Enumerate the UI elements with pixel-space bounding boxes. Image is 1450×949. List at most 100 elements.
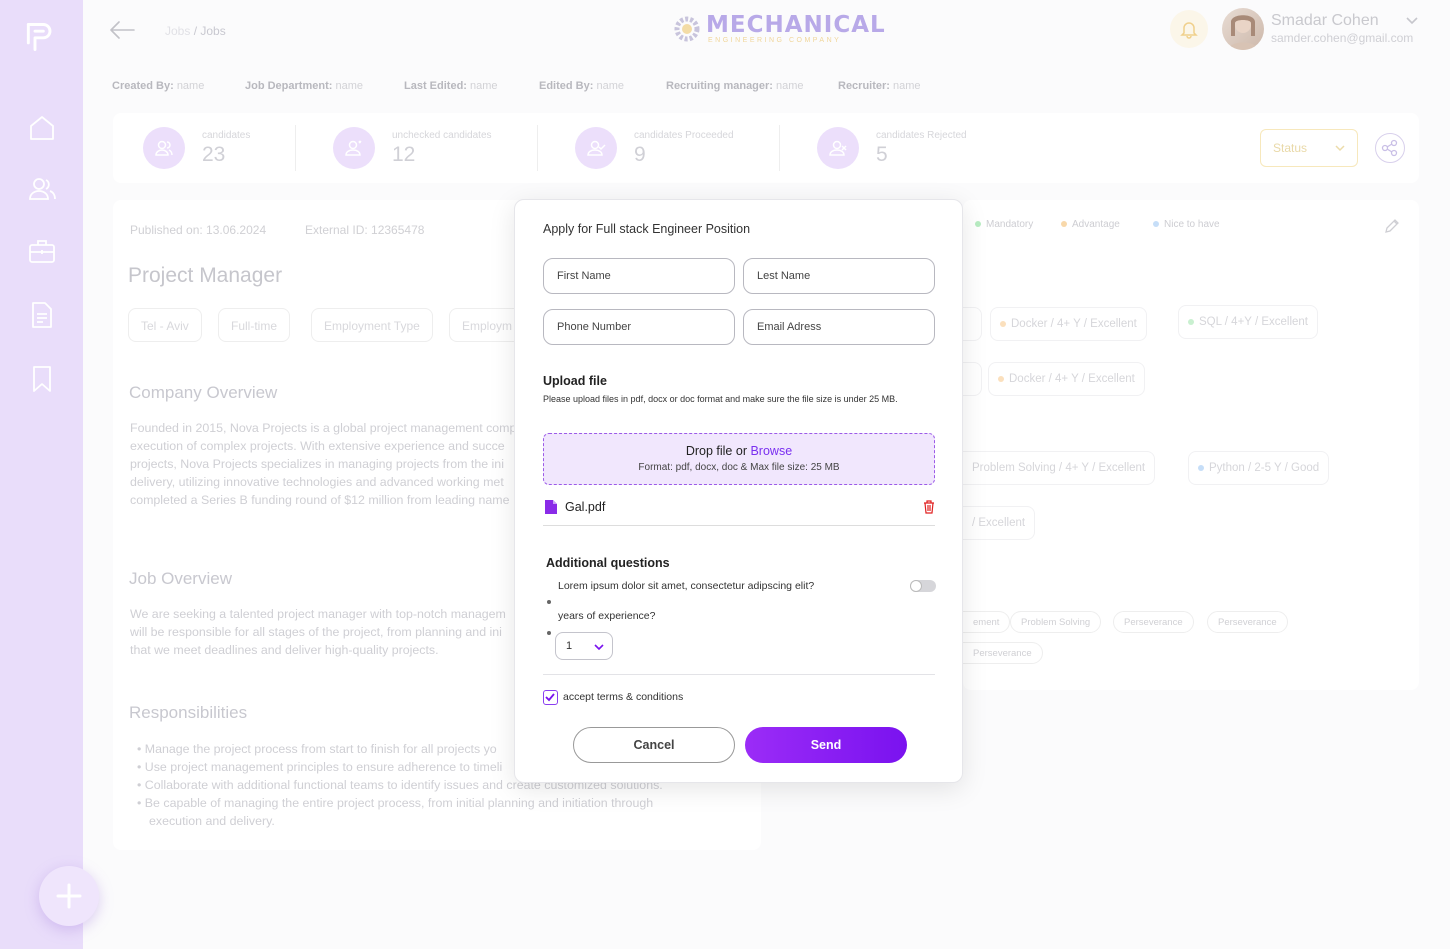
skill-tag: Docker / 4+ Y / Excellent [988, 362, 1145, 396]
check-icon [545, 693, 555, 702]
published-date: Published on: 13.06.2024 [130, 223, 267, 237]
job-overview-heading: Job Overview [129, 569, 232, 588]
legend-advantage: Advantage [1061, 219, 1120, 230]
question-1: Lorem ipsum dolor sit amet, consectetur … [558, 580, 815, 592]
stat-value: 23 [202, 143, 226, 166]
employment-type-pill: Employment Type [311, 308, 433, 342]
divider [543, 674, 935, 675]
back-arrow-icon[interactable] [108, 18, 136, 42]
unchecked-user-icon [333, 127, 375, 169]
skill-tag: SQL / 4+Y / Excellent [1178, 305, 1318, 339]
meta-job-department: Job Department: name [245, 80, 363, 92]
soft-skill-tag: Perseverance [1113, 611, 1194, 633]
share-button[interactable] [1375, 133, 1405, 163]
list-item: Be capable of managing the entire projec… [144, 796, 654, 828]
breadcrumb-current: / Jobs [193, 24, 226, 38]
bell-icon [1180, 22, 1198, 39]
upload-heading: Upload file [543, 374, 607, 388]
status-label: Status [1273, 141, 1308, 155]
phone-field[interactable]: Phone Number [543, 309, 735, 345]
legend-mandatory: Mandatory [975, 219, 1033, 230]
plus-icon [56, 883, 82, 909]
file-name: Gal.pdf [565, 500, 606, 514]
soft-skill-tag: Perseverance [1207, 611, 1288, 633]
stat-label: candidates Rejected [876, 130, 967, 141]
chevron-down-icon[interactable] [1406, 14, 1418, 28]
apply-modal: Apply for Full stack Engineer Position F… [514, 199, 963, 783]
logo-subtitle: ENGINEERING COMPANY [708, 37, 842, 44]
email-field[interactable]: Email Adress [743, 309, 935, 345]
send-button[interactable]: Send [745, 727, 907, 763]
stats-card: candidates 23 unchecked candidates 12 ca… [113, 113, 1419, 183]
location-pill: Tel - Aviv [128, 308, 202, 342]
skill-tag-partial [963, 362, 982, 396]
meta-created-by: Created By: name [112, 80, 205, 92]
terms-label: accept terms & conditions [563, 691, 684, 703]
meta-recruiter: Recruiter: name [838, 80, 921, 92]
avatar[interactable] [1222, 8, 1264, 50]
question-1-toggle[interactable] [910, 580, 936, 592]
question-2: years of experience? [558, 610, 656, 622]
stat-label: unchecked candidates [392, 130, 492, 141]
add-button[interactable] [39, 866, 99, 926]
soft-skill-tag: Perseverance [963, 642, 1043, 664]
job-overview-text: We are seeking a talented project manage… [130, 607, 506, 657]
skill-tag-partial [963, 307, 982, 341]
edit-icon[interactable] [1383, 217, 1401, 240]
bookmark-icon[interactable] [27, 364, 57, 394]
browse-link[interactable]: Browse [750, 444, 792, 458]
responsibilities-heading: Responsibilities [129, 703, 248, 722]
status-dropdown[interactable]: Status [1260, 129, 1358, 167]
proceeded-user-icon [575, 127, 617, 169]
cancel-button[interactable]: Cancel [573, 727, 735, 763]
gear-icon [674, 16, 700, 42]
users-icon[interactable] [27, 174, 57, 204]
last-name-field[interactable]: Lest Name [743, 258, 935, 294]
soft-skill-tag: ement [963, 611, 1011, 633]
notifications-button[interactable] [1170, 10, 1208, 48]
home-icon[interactable] [27, 113, 57, 143]
uploaded-file: Gal.pdf [543, 498, 935, 526]
company-logo: MECHANICAL ENGINEERING COMPANY [672, 12, 885, 46]
employment-pill: Employm [449, 308, 519, 342]
document-icon[interactable] [27, 300, 57, 330]
modal-title: Apply for Full stack Engineer Position [543, 222, 751, 236]
stat-value: 12 [392, 143, 416, 166]
file-dropzone[interactable]: Drop file or Browse Format: pdf, docx, d… [543, 433, 935, 485]
drop-text: Drop file or [685, 444, 747, 458]
format-text: Format: pdf, docx, doc & Max file size: … [638, 462, 840, 473]
user-email: samder.cohen@gmail.com [1271, 31, 1414, 45]
stat-value: 9 [634, 143, 646, 166]
list-item: Manage the project process from start to… [144, 742, 497, 756]
soft-skill-tag: Problem Solving [1010, 611, 1102, 633]
user-name: Smadar Cohen [1271, 12, 1379, 29]
first-name-field[interactable]: First Name [543, 258, 735, 294]
stat-label: candidates Proceeded [634, 130, 734, 141]
skill-tag: / Excellent [963, 506, 1036, 540]
divider [537, 125, 538, 171]
divider [779, 125, 780, 171]
meta-edited-by: Edited By: name [539, 80, 624, 92]
experience-select[interactable]: 1 [555, 632, 613, 660]
sidebar [0, 0, 83, 949]
skill-tag: Problem Solving / 4+ Y / Excellent [963, 451, 1156, 485]
meta-recruiting-manager: Recruiting manager: name [666, 80, 804, 92]
stat-label: candidates [202, 130, 251, 141]
legend-nice-to-have: Nice to have [1153, 219, 1220, 230]
upload-note: Please upload files in pdf, docx or doc … [543, 394, 898, 404]
terms-checkbox[interactable] [543, 690, 558, 705]
list-item: Use project management principles to ens… [144, 760, 503, 774]
bullet [547, 631, 551, 635]
briefcase-icon[interactable] [27, 236, 57, 266]
time-pill: Full-time [218, 308, 291, 342]
meta-last-edited: Last Edited: name [404, 80, 498, 92]
stat-value: 5 [876, 143, 888, 166]
p-logo-icon[interactable] [25, 22, 59, 58]
chevron-down-icon [594, 644, 604, 651]
file-icon [545, 500, 557, 514]
bullet [547, 600, 551, 604]
trash-icon[interactable] [923, 500, 935, 514]
breadcrumb-parent[interactable]: Jobs [165, 24, 190, 38]
skill-tag: Python / 2-5 Y / Good [1188, 451, 1330, 485]
divider [295, 125, 296, 171]
